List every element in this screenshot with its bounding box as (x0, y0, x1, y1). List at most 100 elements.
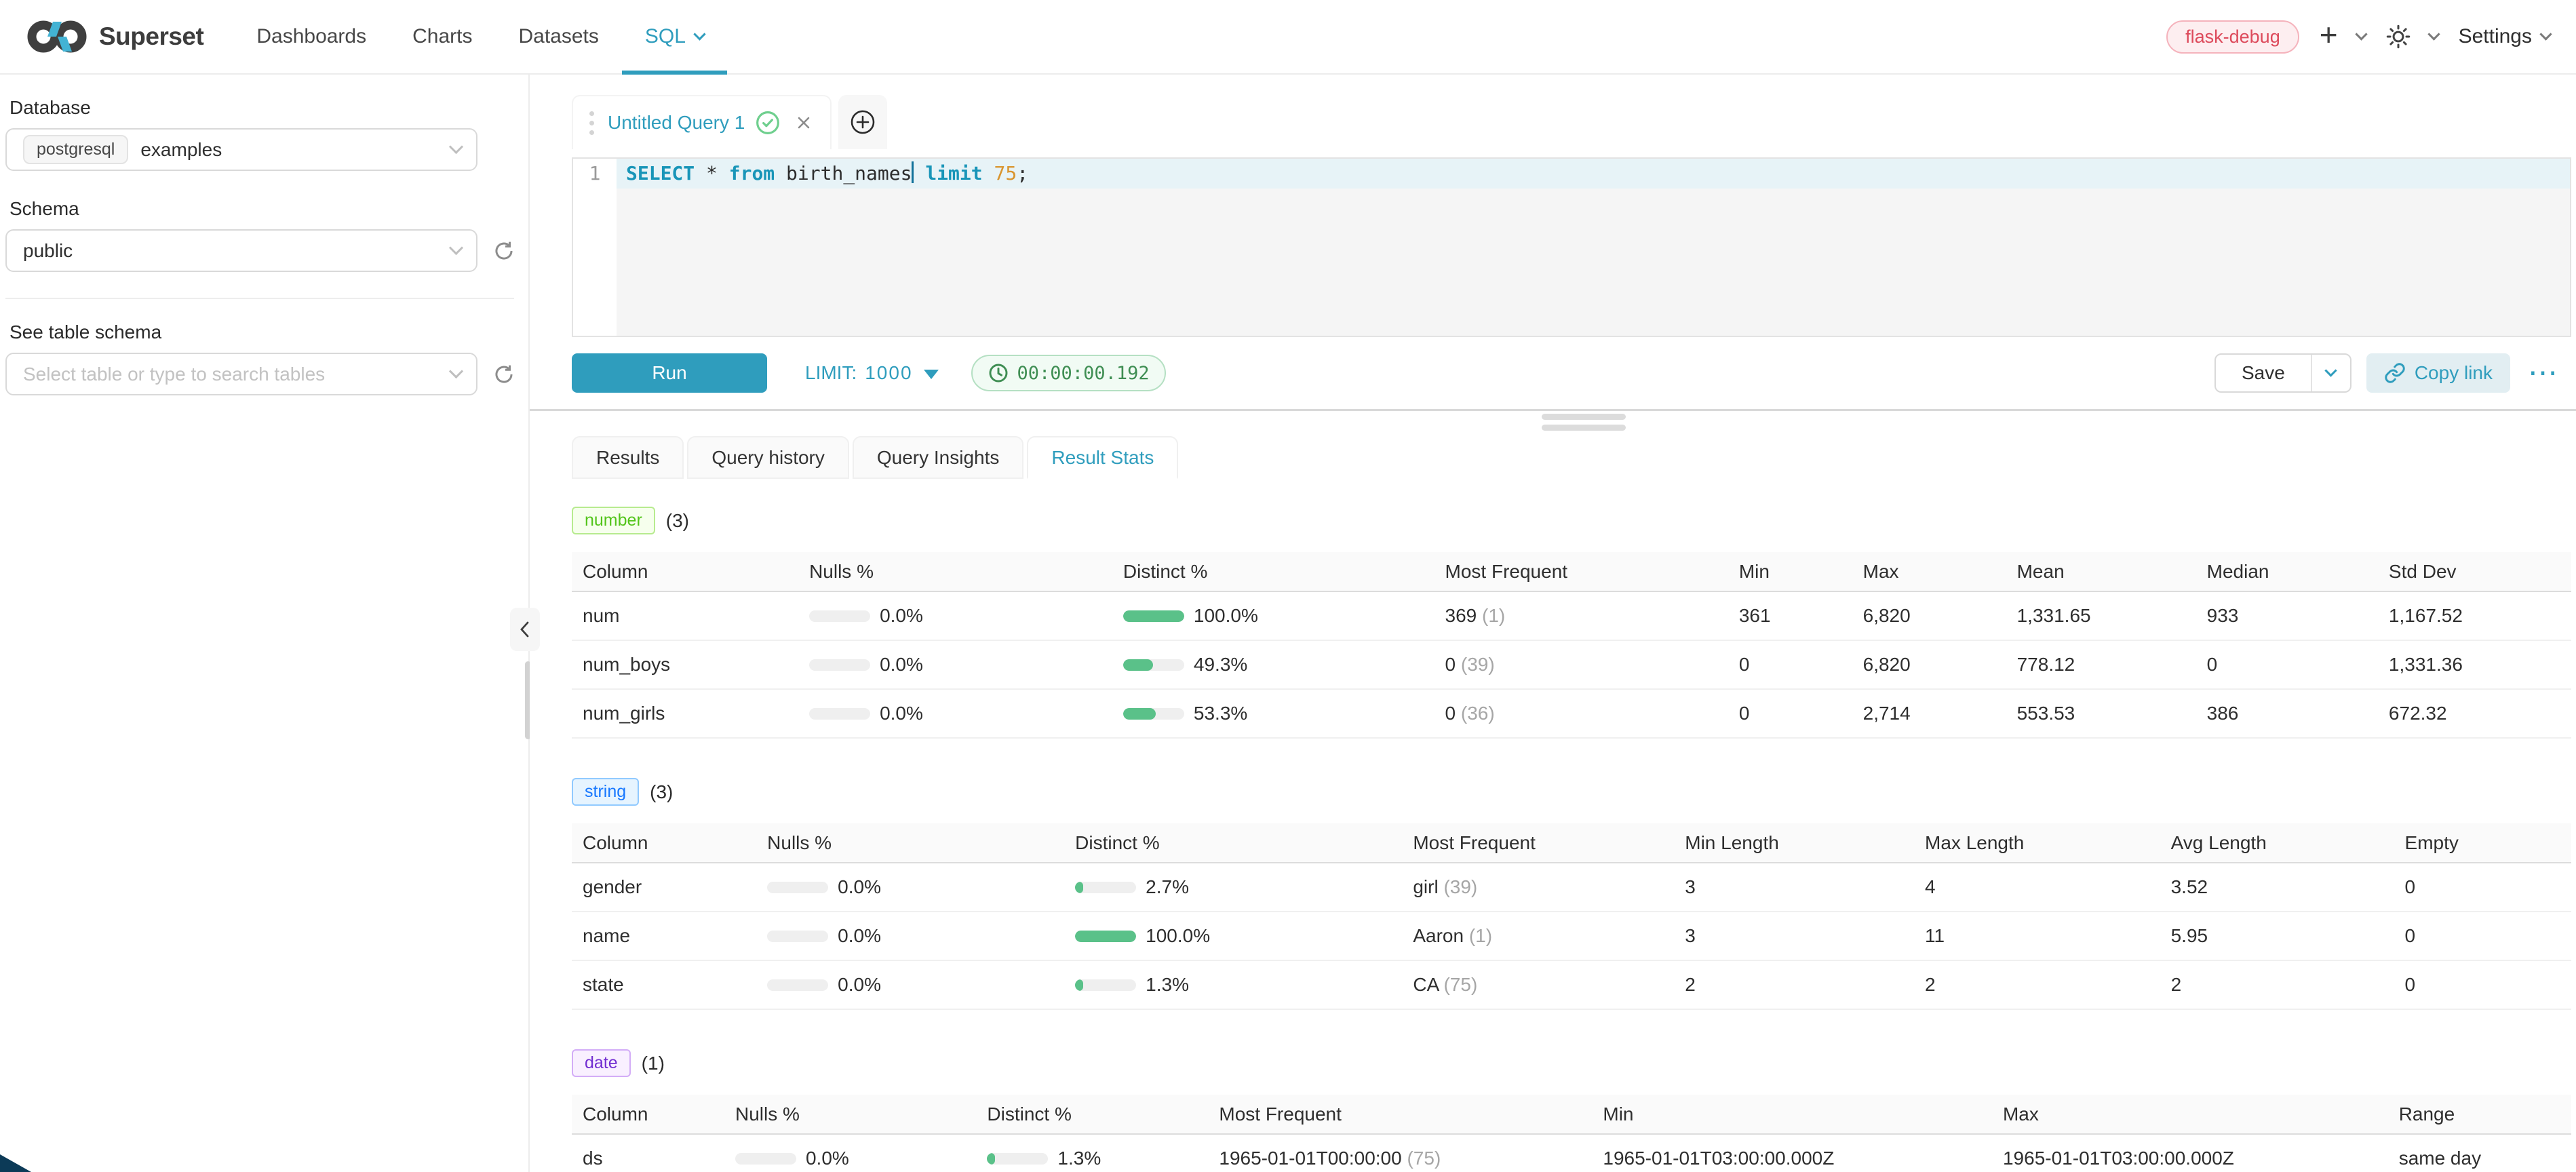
stats-row-num: num0.0%100.0%369 (1)3616,8201,331.659331… (572, 591, 2571, 640)
stats-table-string: ColumnNulls %Distinct %Most FrequentMin … (572, 823, 2571, 1010)
nulls-bar (767, 931, 828, 942)
navbar-right: flask-debug + Settings (2166, 20, 2576, 54)
distinct-bar (1075, 931, 1136, 942)
drag-grip-icon[interactable] (589, 111, 594, 135)
column-name: name (572, 912, 758, 960)
pane-resize-handle[interactable] (1542, 414, 1626, 435)
tab-result-stats[interactable]: Result Stats (1027, 436, 1178, 479)
settings-menu[interactable]: Settings (2459, 25, 2550, 48)
column-header: Most Frequent (1436, 552, 1730, 591)
column-header: Min (1593, 1095, 1993, 1134)
save-dropdown-button[interactable] (2311, 355, 2350, 391)
theme-toggle[interactable] (2386, 24, 2438, 49)
schema-value: public (23, 240, 73, 262)
database-select[interactable]: postgresql examples (5, 128, 477, 171)
nav-item-datasets[interactable]: Datasets (495, 0, 621, 74)
editor-gutter: 1 (573, 159, 617, 336)
percent-label: 0.0% (880, 605, 923, 627)
plus-circle-icon (849, 109, 876, 136)
sqllab-main: Untitled Query 1 (530, 75, 2576, 1172)
sql-editor[interactable]: 1 SELECT * from birth_names limit 75; (572, 157, 2571, 337)
brand-name: Superset (99, 22, 203, 51)
tab-query-insights[interactable]: Query Insights (853, 436, 1024, 479)
query-success-icon (756, 111, 780, 135)
stats-table-number: ColumnNulls %Distinct %Most FrequentMinM… (572, 552, 2571, 739)
close-tab-button[interactable] (794, 113, 814, 133)
superset-infinity-icon (24, 16, 90, 57)
stat-value: 0 (2198, 640, 2379, 689)
column-header: Median (2198, 552, 2379, 591)
stat-value: 386 (2198, 689, 2379, 738)
superset-logo[interactable]: Superset (24, 16, 203, 57)
stats-row-num_girls: num_girls0.0%53.3%0 (36)02,714553.533866… (572, 689, 2571, 738)
most-frequent: 0 (36) (1436, 689, 1730, 738)
stat-value: 0 (1730, 640, 1854, 689)
chevron-down-icon (2325, 364, 2337, 376)
percent-label: 0.0% (880, 654, 923, 676)
editor-code-area[interactable]: SELECT * from birth_names limit 75; (617, 159, 2570, 336)
nulls-bar (809, 659, 870, 671)
stats-row-ds: ds0.0%1.3%1965-01-01T00:00:00 (75)1965-0… (572, 1134, 2571, 1172)
stats-row-name: name0.0%100.0%Aaron (1)3115.950 (572, 912, 2571, 960)
link-icon (2384, 362, 2406, 384)
nav-item-charts[interactable]: Charts (389, 0, 495, 74)
column-header: Most Frequent (1209, 1095, 1593, 1134)
percent-label: 0.0% (838, 974, 881, 996)
sync-icon (492, 239, 515, 262)
database-label: Database (9, 97, 529, 119)
nav-item-sql[interactable]: SQL (622, 0, 727, 74)
save-split-button[interactable]: Save (2214, 353, 2351, 393)
save-button[interactable]: Save (2216, 355, 2311, 391)
editor-toolbar: Run LIMIT: 1000 00:00:00.192 Save (572, 337, 2571, 409)
tab-query-history[interactable]: Query history (687, 436, 849, 479)
results-tabbar: Results Query history Query Insights Res… (572, 436, 2571, 479)
most-frequent: 369 (1) (1436, 591, 1730, 640)
column-header: Max (1854, 552, 2008, 591)
column-header: Max (1993, 1095, 2389, 1134)
limit-dropdown[interactable]: LIMIT: 1000 (805, 362, 939, 384)
new-dropdown[interactable]: + (2320, 23, 2366, 50)
column-header: Distinct % (1114, 552, 1436, 591)
query-tab[interactable]: Untitled Query 1 (572, 95, 832, 149)
type-badge-date: date (572, 1049, 631, 1077)
distinct-bar (1075, 979, 1136, 991)
column-header: Nulls % (758, 823, 1066, 863)
stat-value: 672.32 (2379, 689, 2571, 738)
refresh-schemas-button[interactable] (492, 239, 515, 262)
schema-select[interactable]: public (5, 229, 477, 272)
chevron-down-icon (2355, 28, 2367, 40)
chevron-down-icon (449, 140, 463, 154)
stat-value: 361 (1730, 591, 1854, 640)
column-header: Avg Length (2162, 823, 2396, 863)
distinct-bar (1123, 708, 1184, 720)
stats-row-state: state0.0%1.3%CA (75)2220 (572, 960, 2571, 1009)
tab-results[interactable]: Results (572, 436, 684, 479)
stat-value: 2 (1915, 960, 2162, 1009)
column-header: Std Dev (2379, 552, 2571, 591)
stats-section-string: string(3)ColumnNulls %Distinct %Most Fre… (572, 778, 2571, 1010)
stat-value: 2 (2162, 960, 2396, 1009)
copy-link-button[interactable]: Copy link (2366, 353, 2510, 393)
elapsed-time: 00:00:00.192 (1017, 363, 1150, 384)
column-header: Distinct % (1066, 823, 1403, 863)
sidebar-collapse-button[interactable] (510, 608, 540, 651)
column-count: (1) (642, 1053, 665, 1074)
nav-item-dashboards[interactable]: Dashboards (233, 0, 389, 74)
stat-value: 553.53 (2008, 689, 2198, 738)
stat-value: 1965-01-01T03:00:00.000Z (1593, 1134, 1993, 1172)
refresh-tables-button[interactable] (492, 363, 515, 386)
new-query-tab-button[interactable] (838, 95, 887, 149)
stat-value: 3 (1675, 912, 1915, 960)
sqllab-sidebar: Database postgresql examples Schema publ… (0, 75, 529, 1172)
run-button[interactable]: Run (572, 353, 767, 393)
column-count: (3) (650, 781, 673, 803)
nulls-bar (735, 1153, 796, 1165)
stats-section-date: date(1)ColumnNulls %Distinct %Most Frequ… (572, 1049, 2571, 1172)
nulls-bar (809, 610, 870, 622)
percent-label: 53.3% (1194, 703, 1247, 724)
chevron-down-icon (449, 241, 463, 255)
more-menu-button[interactable]: ⋯ (2528, 358, 2558, 388)
table-select[interactable]: Select table or type to search tables (5, 353, 477, 395)
sql-code-line[interactable]: SELECT * from birth_names limit 75; (617, 159, 2570, 189)
query-tabbar: Untitled Query 1 (572, 95, 2571, 149)
